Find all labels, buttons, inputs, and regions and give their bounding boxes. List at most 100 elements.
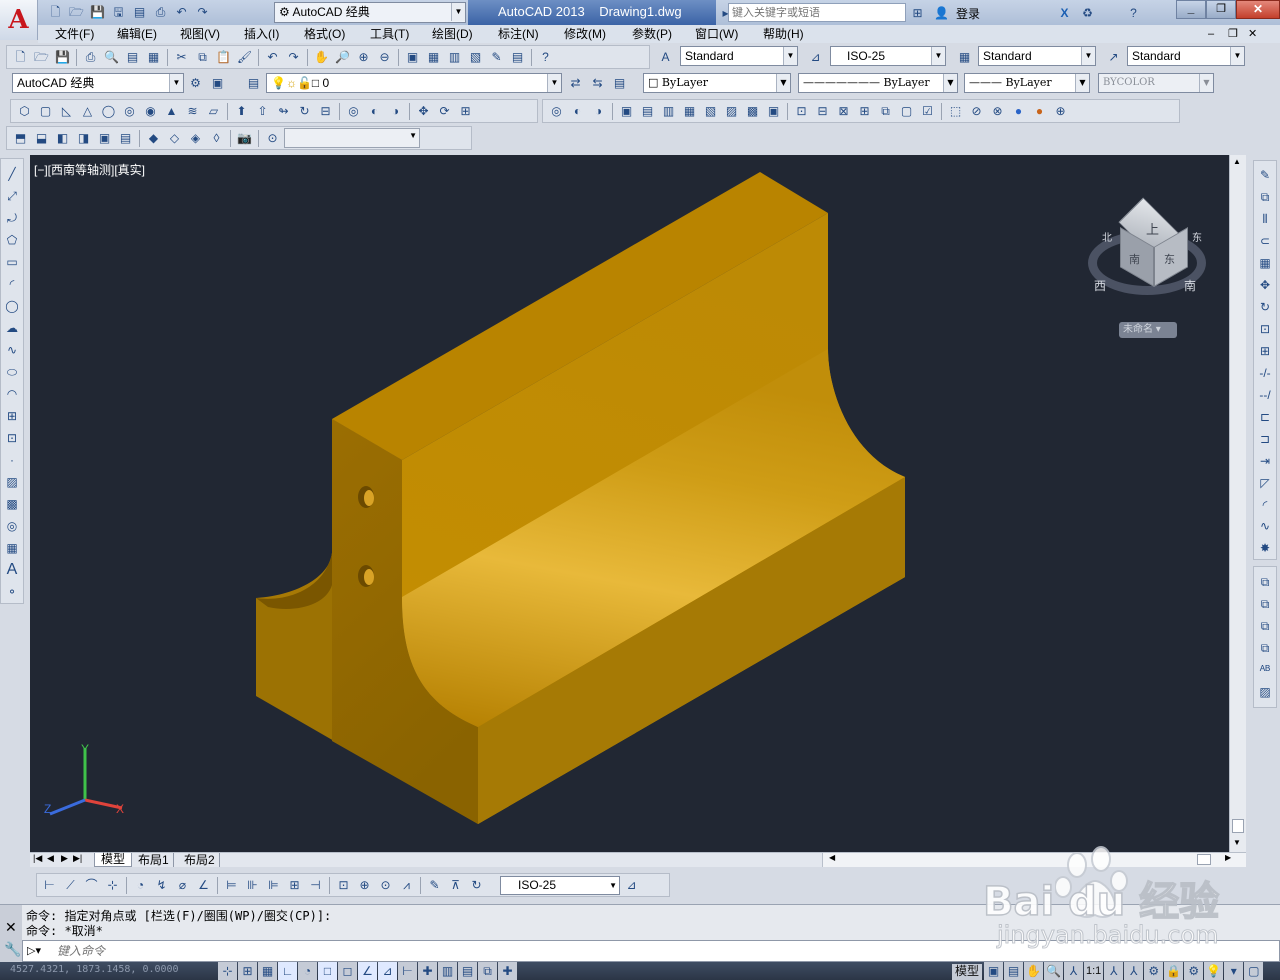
compass-west[interactable]: 西 bbox=[1094, 277, 1106, 294]
undo-icon[interactable]: ↶ bbox=[172, 2, 191, 21]
polar-tracking-icon[interactable]: ◔ bbox=[298, 962, 317, 980]
match-properties-icon[interactable]: 🖌 bbox=[235, 48, 254, 67]
auto-scale-icon[interactable]: ⅄ bbox=[1124, 962, 1144, 980]
polyline-icon[interactable]: ⤾ bbox=[1, 207, 23, 228]
dim-style-select-2[interactable]: ISO-25 ▼ bbox=[500, 875, 620, 895]
doc-restore-icon[interactable]: ❐ bbox=[1228, 25, 1238, 43]
restore-icon[interactable]: ❐ bbox=[1206, 0, 1236, 19]
compass-north[interactable]: 北 bbox=[1102, 229, 1112, 244]
new-file-icon[interactable]: 🗋 bbox=[46, 2, 65, 21]
dynamic-input-icon[interactable]: ⊢ bbox=[398, 962, 417, 980]
jogged-icon[interactable]: ↯ bbox=[152, 876, 171, 895]
union-tool-icon[interactable]: ◎ bbox=[547, 102, 566, 121]
menu-insert[interactable]: 插入(I) bbox=[244, 25, 279, 43]
close-icon[interactable]: ✕ bbox=[1236, 0, 1280, 19]
redo-icon[interactable]: ↷ bbox=[193, 2, 212, 21]
named-views-icon[interactable]: ⊙ bbox=[263, 129, 282, 148]
first-tab-icon[interactable]: |◀ bbox=[33, 853, 42, 864]
angular-dim-icon[interactable]: ∠ bbox=[194, 876, 213, 895]
zoom-previous-icon[interactable]: ⊖ bbox=[375, 48, 394, 67]
conceptual-icon[interactable]: ● bbox=[1030, 102, 1049, 121]
point-icon[interactable]: · bbox=[1, 449, 23, 470]
markup-icon[interactable]: ✎ bbox=[487, 48, 506, 67]
solid-model[interactable] bbox=[30, 155, 1229, 852]
view-select[interactable]: ▼ bbox=[284, 128, 420, 148]
continue-icon[interactable]: ⊫ bbox=[264, 876, 283, 895]
polysolid-icon[interactable]: ⬡ bbox=[15, 102, 34, 121]
diameter-dim-icon[interactable]: ⌀ bbox=[173, 876, 192, 895]
radius-dim-icon[interactable]: ◔ bbox=[131, 876, 150, 895]
lineweight-select[interactable]: ——— ByLayer ▼ bbox=[964, 73, 1090, 93]
text-style-icon[interactable]: A bbox=[656, 47, 675, 66]
scale-icon[interactable]: ⊡ bbox=[1254, 319, 1276, 340]
bring-front-icon[interactable]: ⧉ bbox=[1254, 571, 1276, 592]
layer-select[interactable]: 💡☼🔓□ 0 ▼ bbox=[266, 73, 562, 93]
fillet-icon[interactable]: ◜ bbox=[1254, 494, 1276, 515]
sheet-set-icon[interactable]: ▧ bbox=[466, 48, 485, 67]
workspace-switch-icon[interactable]: ⚙ bbox=[1144, 962, 1164, 980]
hatch-icon[interactable]: ▨ bbox=[1, 471, 23, 492]
mleader-style-icon[interactable]: ↗ bbox=[1104, 47, 1123, 66]
horizontal-scrollbar[interactable]: ◀ ▶ bbox=[822, 853, 1246, 867]
delete-faces-icon[interactable]: ▦ bbox=[680, 102, 699, 121]
color-edges-icon[interactable]: ⊟ bbox=[813, 102, 832, 121]
publish-icon[interactable]: ▤ bbox=[123, 48, 142, 67]
login-link[interactable]: 登录 bbox=[956, 5, 980, 22]
chamfer-icon[interactable]: ◸ bbox=[1254, 472, 1276, 493]
mleader-style-select[interactable]: Standard ▼ bbox=[1127, 46, 1245, 66]
hatch-back-icon[interactable]: ▨ bbox=[1254, 681, 1276, 702]
break-at-point-icon[interactable]: ⊏ bbox=[1254, 406, 1276, 427]
mirror-icon[interactable]: ⫴ bbox=[1254, 209, 1276, 230]
trim-icon[interactable]: -/- bbox=[1254, 362, 1276, 383]
linear-dim-icon[interactable]: ⊢ bbox=[40, 876, 59, 895]
lineweight-icon[interactable]: ✚ bbox=[418, 962, 437, 980]
color-select[interactable]: □ ByLayer ▼ bbox=[643, 73, 791, 93]
subtract-tool-icon[interactable]: ◐ bbox=[568, 102, 587, 121]
command-close-icon[interactable]: ✕ bbox=[5, 919, 17, 936]
design-center-icon[interactable]: ▦ bbox=[424, 48, 443, 67]
box-icon[interactable]: ▢ bbox=[36, 102, 55, 121]
ellipse-arc-icon[interactable]: ◠ bbox=[1, 383, 23, 404]
tolerance-icon[interactable]: ⊡ bbox=[334, 876, 353, 895]
jogged-linear-icon[interactable]: ⩘ bbox=[397, 876, 416, 895]
compass-south[interactable]: 南 bbox=[1184, 277, 1196, 294]
tool-palettes-icon[interactable]: ▥ bbox=[445, 48, 464, 67]
command-settings-icon[interactable]: 🔧 bbox=[4, 941, 21, 958]
loft-icon[interactable]: ⊟ bbox=[316, 102, 335, 121]
table-style-select[interactable]: Standard ▼ bbox=[978, 46, 1096, 66]
visual-manager-icon[interactable]: ⊕ bbox=[1051, 102, 1070, 121]
table-style-icon[interactable]: ▦ bbox=[955, 47, 974, 66]
help-icon[interactable]: ? bbox=[536, 48, 555, 67]
extrude-faces-icon[interactable]: ▣ bbox=[617, 102, 636, 121]
aligned-dim-icon[interactable]: ⟋ bbox=[61, 876, 80, 895]
menu-view[interactable]: 视图(V) bbox=[180, 25, 220, 43]
transparency-icon[interactable]: ▥ bbox=[438, 962, 457, 980]
app-menu-button[interactable]: A bbox=[0, 0, 38, 40]
bottom-view-icon[interactable]: ⬓ bbox=[32, 129, 51, 148]
erase-icon[interactable]: ✎ bbox=[1254, 165, 1276, 186]
selection-cycling-icon[interactable]: ⧉ bbox=[478, 962, 497, 980]
circle-icon[interactable]: ◯ bbox=[1, 295, 23, 316]
workspace-select[interactable]: ⚙ AutoCAD 经典 ▼ bbox=[274, 2, 466, 23]
realistic-icon[interactable]: ● bbox=[1009, 102, 1028, 121]
coordinates[interactable]: 4527.4321, 1873.1458, 0.0000 bbox=[10, 964, 179, 975]
explode-icon[interactable]: ✸ bbox=[1254, 538, 1276, 559]
make-block-icon[interactable]: ⊡ bbox=[1, 427, 23, 448]
break-icon[interactable]: ⊐ bbox=[1254, 428, 1276, 449]
rotate-faces-icon[interactable]: ▧ bbox=[701, 102, 720, 121]
union-icon[interactable]: ◎ bbox=[344, 102, 363, 121]
copy-icon[interactable]: ⧉ bbox=[193, 48, 212, 67]
center-mark-icon[interactable]: ⊕ bbox=[355, 876, 374, 895]
quick-view-drawings-icon[interactable]: ▤ bbox=[1004, 962, 1023, 980]
clean-screen-icon[interactable]: ▢ bbox=[1244, 962, 1264, 980]
shell-icon[interactable]: ▢ bbox=[897, 102, 916, 121]
region-icon[interactable]: ◎ bbox=[1, 515, 23, 536]
annotation-scale-icon[interactable]: ⅄ bbox=[1064, 962, 1083, 980]
menu-tools[interactable]: 工具(T) bbox=[370, 25, 409, 43]
user-icon[interactable]: 👤 bbox=[932, 3, 951, 22]
join-icon[interactable]: ⇥ bbox=[1254, 450, 1276, 471]
polygon-icon[interactable]: ⬠ bbox=[1, 229, 23, 250]
array-icon[interactable]: ▦ bbox=[1254, 253, 1276, 274]
sphere-icon[interactable]: ◯ bbox=[99, 102, 118, 121]
dim-style-select[interactable]: ISO-25 ▼ bbox=[830, 46, 946, 66]
